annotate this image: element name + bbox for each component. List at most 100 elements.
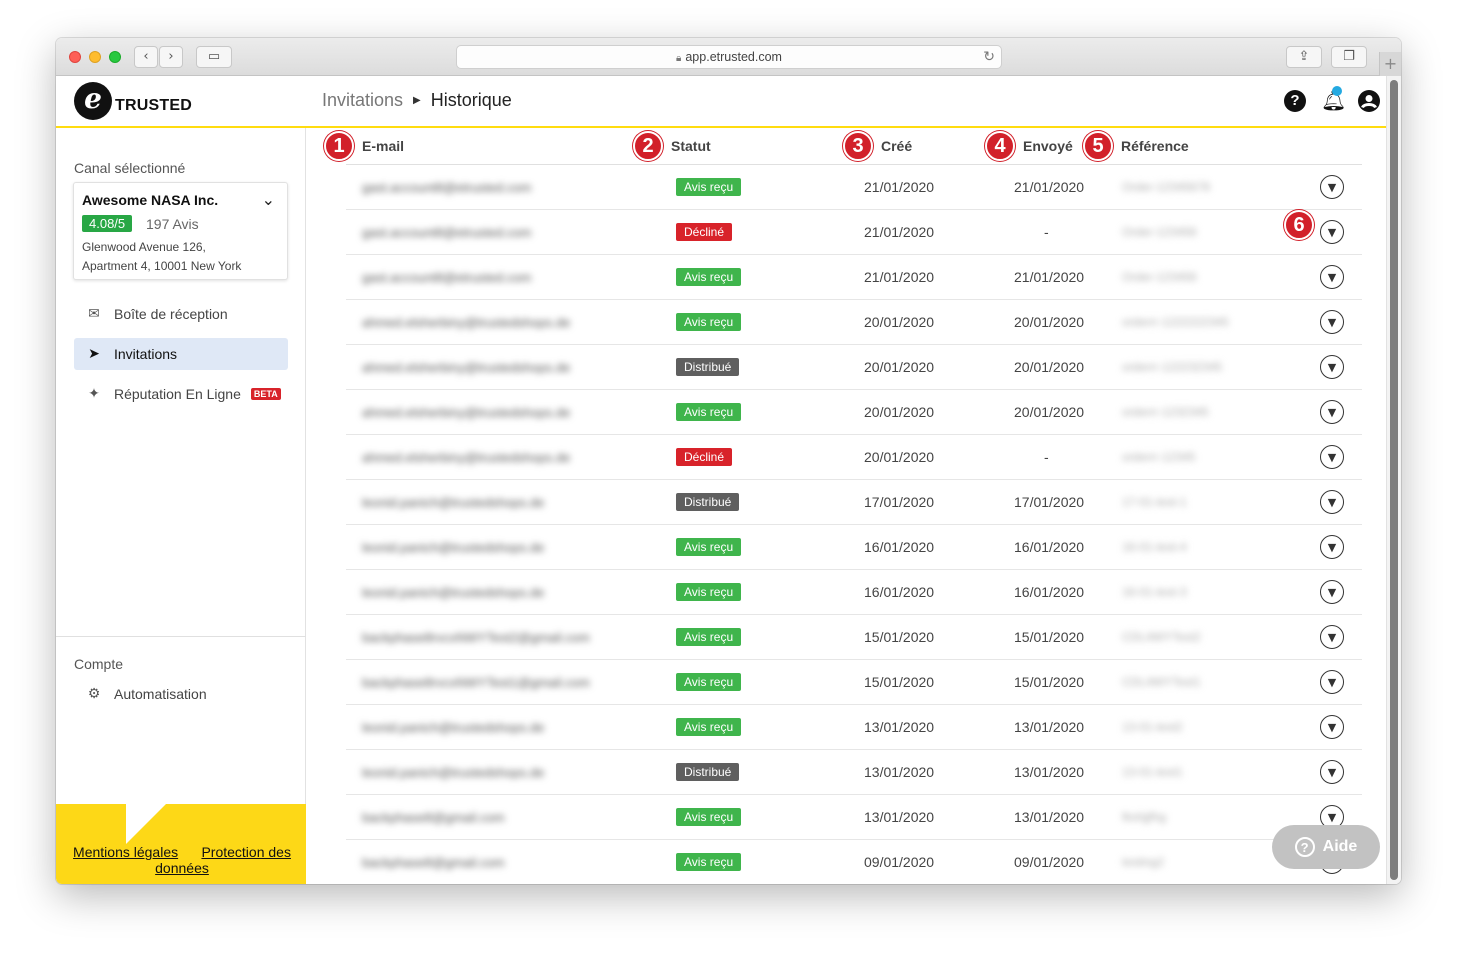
table-row[interactable]: backphase8@gmail.com Avis reçu 09/01/2020 0… [346,840,1362,884]
created-date: 17/01/2020 [864,494,935,510]
table-row[interactable]: backphase8rvcxNWYTest2@gmail.com Avis reç… [346,615,1362,660]
table-row[interactable]: backphase8rvcxNWYTest1@gmail.com Avis reç… [346,660,1362,705]
column-header-email[interactable]: 1 E-mail [324,128,404,164]
share-icon[interactable]: ⇪ [1286,46,1322,68]
annotation-badge-6: 6 [1284,210,1314,240]
status-cell: Distribué [676,345,796,389]
table-row[interactable]: ahmed.elsherbiny@trustedshops.de Décliné 2… [346,435,1362,480]
status-badge: Décliné [676,448,733,466]
email-cell: leonid.panich@trustedshops.de [362,750,612,794]
chevron-down-icon[interactable]: ▼ [1320,535,1344,559]
etrusted-logo-icon[interactable]: e [74,82,112,120]
zoom-window-button[interactable] [109,51,121,63]
email-cell: gast.account8@etrusted.com [362,255,612,299]
close-window-button[interactable] [69,51,81,63]
new-tab-icon[interactable]: + [1379,52,1401,76]
table-row[interactable]: ahmed.elsherbiny@trustedshops.de Avis reç… [346,300,1362,345]
table-row[interactable]: gast.account8@etrusted.com Décliné 21/01/2… [346,210,1362,255]
chevron-down-icon[interactable]: ▼ [1320,760,1344,784]
status-cell: Avis reçu [676,300,796,344]
created-cell: 16/01/2020 [864,525,964,569]
column-header-reference[interactable]: 5 Référence [1083,128,1189,164]
sidebar-item-automation[interactable]: ⚙ Automatisation [74,678,288,710]
sidebar-item-invitations[interactable]: ➤ Invitations [74,338,288,370]
help-chat-button[interactable]: ? Aide [1272,825,1380,869]
chevron-down-icon[interactable]: ⌄ [262,190,275,209]
sidebar-toggle-icon[interactable]: ▭ [196,46,232,68]
sent-cell: - [1014,210,1114,254]
user-silhouette-icon [1361,95,1377,109]
status-cell: Décliné [676,210,796,254]
chevron-down-icon[interactable]: ▼ [1320,625,1344,649]
sidebar-divider [56,636,306,637]
column-header-status[interactable]: 2 Statut [633,128,711,164]
chevron-down-icon[interactable]: ▼ [1320,265,1344,289]
reference-cell: orderrr-1232345 [1122,390,1262,434]
status-badge: Avis reçu [676,313,742,331]
back-icon[interactable]: ‹ [134,46,158,68]
address-bar[interactable]: 🔒︎ app.etrusted.com ↻ [456,45,1002,69]
sent-date: 13/01/2020 [1014,719,1085,735]
privacy-link-part-2[interactable]: données [155,860,209,876]
created-date: 13/01/2020 [864,719,935,735]
table-row[interactable]: gast.account8@etrusted.com Avis reçu 21/01… [346,255,1362,300]
tabs-overview-icon[interactable]: ❐ [1331,46,1367,68]
sent-date: 13/01/2020 [1014,764,1085,780]
sent-date: 21/01/2020 [1014,269,1085,285]
table-row[interactable]: backphase8@gmail.com Avis reçu 13/01/2020 1… [346,795,1362,840]
rating-badge: 4.08/5 [82,215,133,232]
chevron-down-icon[interactable]: ▼ [1320,580,1344,604]
sidebar-item-label: Réputation En Ligne [114,386,241,402]
chevron-down-icon[interactable]: ▼ [1320,715,1344,739]
page-scrollbar[interactable] [1386,76,1401,884]
breadcrumb-invitations[interactable]: Invitations [322,90,403,111]
status-badge: Avis reçu [676,628,742,646]
help-icon[interactable]: ? [1284,90,1306,112]
browser-toolbar: ‹ › ▭ 🔒︎ app.etrusted.com ↻ ⇪ ❐ + [56,38,1401,76]
chevron-down-icon[interactable]: ▼ [1320,310,1344,334]
reference-cell: testing2 [1122,840,1262,884]
reload-icon[interactable]: ↻ [983,46,995,68]
legal-notice-link[interactable]: Mentions légales [73,844,178,860]
chevron-down-icon[interactable]: ▼ [1320,445,1344,469]
chevron-down-icon[interactable]: ▼ [1320,355,1344,379]
table-row[interactable]: ahmed.elsherbiny@trustedshops.de Distribu… [346,345,1362,390]
sent-cell: 21/01/2020 [1014,165,1114,209]
sent-cell: 16/01/2020 [1014,525,1114,569]
table-row[interactable]: leonid.panich@trustedshops.de Avis reçu 16… [346,570,1362,615]
chevron-down-icon[interactable]: ▼ [1320,400,1344,424]
reference-cell: 13-01-test1 [1122,750,1262,794]
user-account-icon[interactable] [1358,90,1380,112]
chevron-down-icon[interactable]: ▼ [1320,490,1344,514]
table-row[interactable]: gast.account8@etrusted.com Avis reçu 21/01… [346,165,1362,210]
chevron-down-icon[interactable]: ▼ [1320,175,1344,199]
sent-cell: 13/01/2020 [1014,705,1114,749]
table-row[interactable]: leonid.panich@trustedshops.de Distribué 17… [346,480,1362,525]
channel-selector[interactable]: Awesome NASA Inc. ⌄ 4.08/5 197 Avis Glen… [73,182,288,280]
column-header-sent[interactable]: 4 Envoyé [985,128,1073,164]
table-row[interactable]: leonid.panich@trustedshops.de Distribué 13… [346,750,1362,795]
created-date: 13/01/2020 [864,764,935,780]
scrollbar-thumb[interactable] [1390,80,1398,880]
sparkles-icon: ✦ [88,386,100,402]
reference-cell: orderrr-1222222345 [1122,300,1262,344]
table-row[interactable]: leonid.panich@trustedshops.de Avis reçu 13… [346,705,1362,750]
sidebar-item-reputation[interactable]: ✦ Réputation En Ligne BETA [74,378,288,410]
table-row[interactable]: leonid.panich@trustedshops.de Avis reçu 16… [346,525,1362,570]
chevron-down-icon[interactable]: ▼ [1320,670,1344,694]
status-badge: Distribué [676,763,740,781]
status-badge: Avis reçu [676,178,742,196]
status-badge: Avis reçu [676,808,742,826]
privacy-link-part-1[interactable]: Protection des [201,844,291,860]
created-date: 16/01/2020 [864,584,935,600]
sidebar-item-inbox[interactable]: ✉ Boîte de réception [74,298,288,330]
reference-text: orderrr-1222222345 [1122,315,1229,329]
column-header-created[interactable]: 3 Créé [843,128,912,164]
minimize-window-button[interactable] [89,51,101,63]
reference-cell: Order-12345678 [1122,165,1262,209]
table-row[interactable]: ahmed.elsherbiny@trustedshops.de Avis reç… [346,390,1362,435]
forward-icon[interactable]: › [159,46,183,68]
chevron-down-icon[interactable]: ▼ [1320,220,1344,244]
account-section-title: Compte [74,656,124,672]
sent-date: - [1044,224,1049,240]
